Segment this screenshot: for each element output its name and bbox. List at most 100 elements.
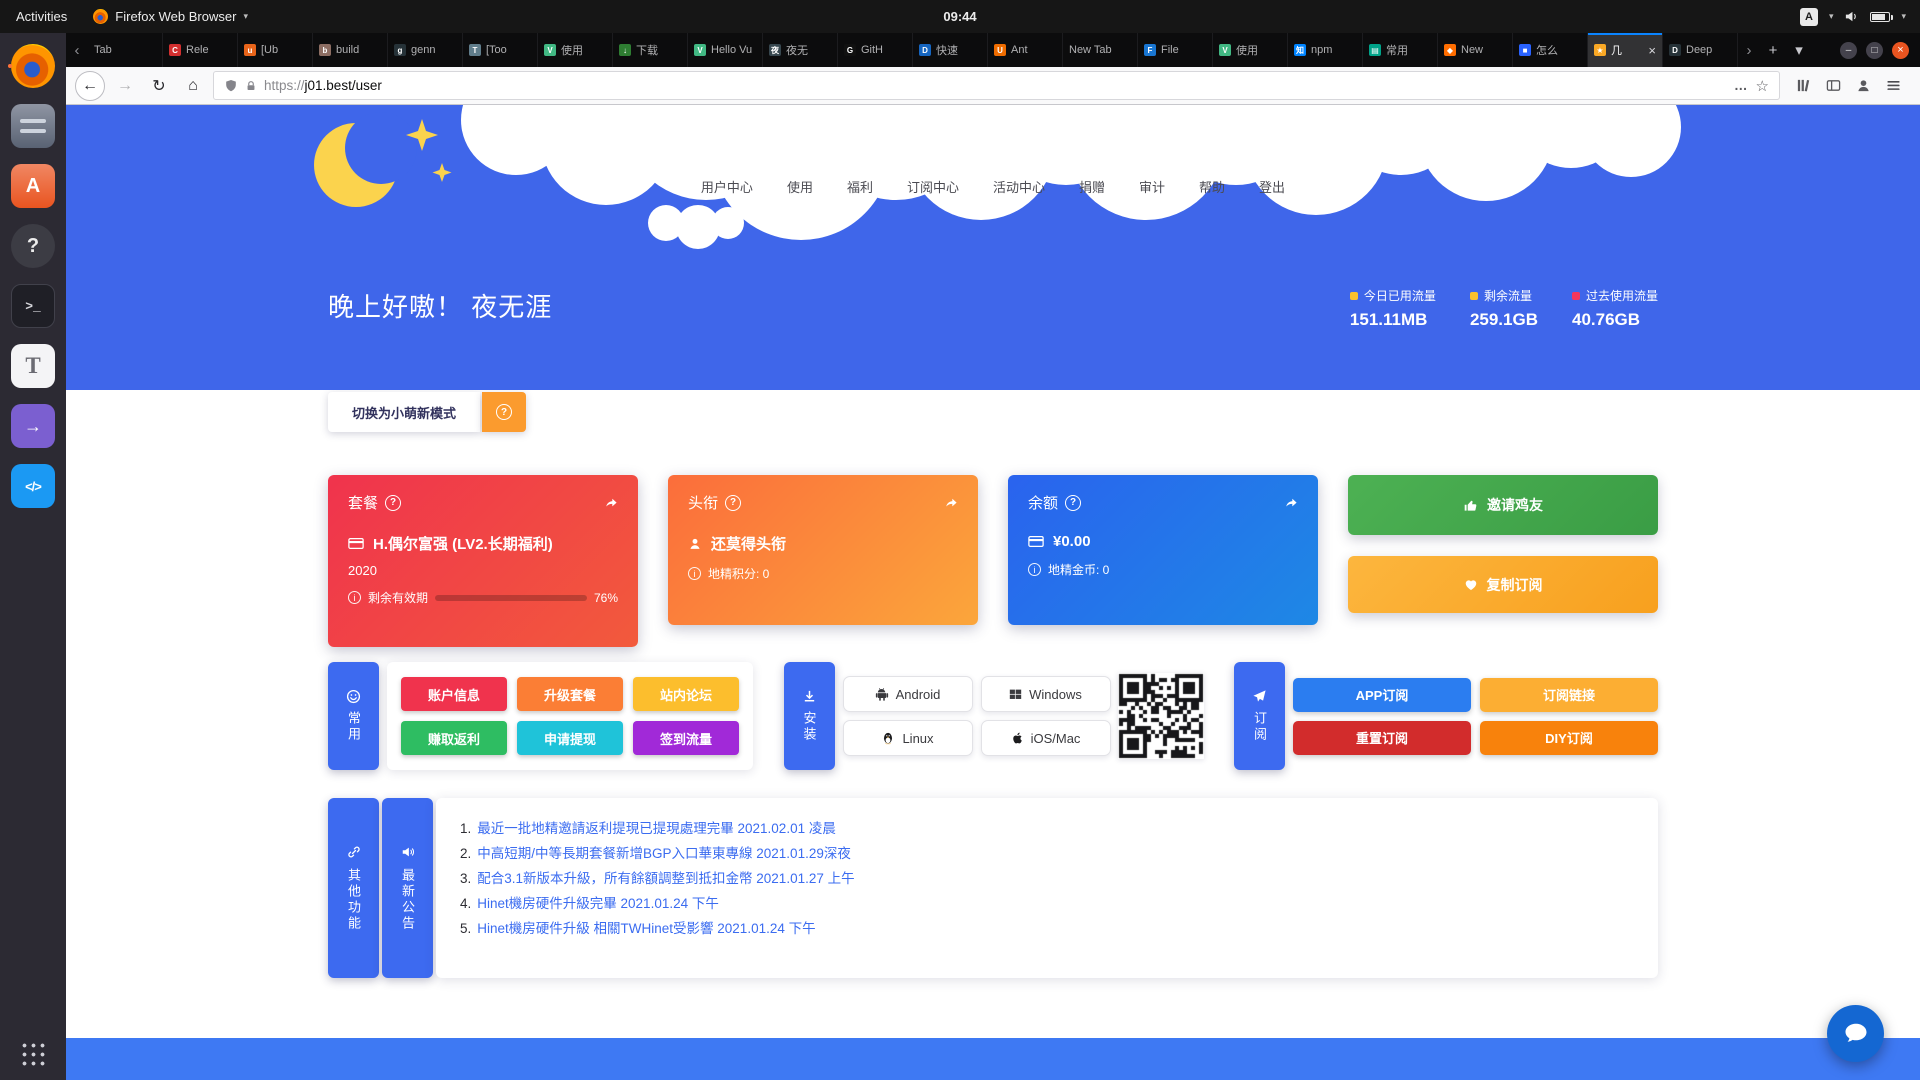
- browser-tab[interactable]: G GitH ×: [838, 33, 913, 67]
- nav-item[interactable]: 福利: [847, 177, 873, 196]
- tab-list-icon[interactable]: ▾: [1786, 33, 1812, 67]
- dock-item[interactable]: [7, 280, 59, 332]
- url-bar[interactable]: https://j01.best/user … ☆: [213, 71, 1780, 100]
- browser-tab[interactable]: C Rele ×: [163, 33, 238, 67]
- browser-tab[interactable]: New Tab ×: [1063, 33, 1138, 67]
- other-functions-tab[interactable]: 其他功能: [328, 798, 379, 978]
- browser-tab[interactable]: D 快速 ×: [913, 33, 988, 67]
- share-icon[interactable]: [944, 496, 958, 510]
- minimize-button[interactable]: –: [1840, 42, 1857, 59]
- question-icon[interactable]: ?: [1065, 495, 1081, 511]
- browser-tab[interactable]: u [Ub ×: [238, 33, 313, 67]
- tab-scroll-right-icon[interactable]: ›: [1738, 33, 1760, 67]
- dock-item[interactable]: [7, 340, 59, 392]
- common-action-button[interactable]: 申请提现: [517, 721, 623, 755]
- question-icon[interactable]: ?: [385, 495, 401, 511]
- browser-tab[interactable]: g genn ×: [388, 33, 463, 67]
- nav-item[interactable]: 捐赠: [1079, 177, 1105, 196]
- system-indicators[interactable]: A ▾ ▾: [1800, 8, 1920, 26]
- announcement-link[interactable]: 最近一批地精邀請返利提現已提現處理完畢 2021.02.01 凌晨: [477, 816, 836, 841]
- subscribe-action-button[interactable]: DIY订阅: [1480, 721, 1658, 755]
- nav-item[interactable]: 用户中心: [701, 177, 753, 196]
- subscribe-action-button[interactable]: APP订阅: [1293, 678, 1471, 712]
- menu-hamburger-icon[interactable]: [1886, 78, 1901, 93]
- platform-button[interactable]: Android: [843, 676, 973, 712]
- chat-fab-button[interactable]: [1827, 1005, 1884, 1062]
- forward-button[interactable]: →: [111, 72, 139, 100]
- announcement-link[interactable]: Hinet機房硬件升級完畢 2021.01.24 下午: [477, 891, 719, 916]
- browser-tab[interactable]: ◆ New ×: [1438, 33, 1513, 67]
- common-action-button[interactable]: 账户信息: [401, 677, 507, 711]
- browser-tab[interactable]: U Ant ×: [988, 33, 1063, 67]
- platform-button[interactable]: Windows: [981, 676, 1111, 712]
- copy-subscription-button[interactable]: 复制订阅: [1348, 556, 1658, 613]
- show-applications-button[interactable]: [20, 1041, 47, 1068]
- share-icon[interactable]: [1284, 496, 1298, 510]
- bookmark-star-icon[interactable]: ☆: [1756, 77, 1769, 95]
- browser-tab[interactable]: F File ×: [1138, 33, 1213, 67]
- shield-icon[interactable]: [224, 79, 238, 93]
- tab-scroll-left-icon[interactable]: ‹: [66, 33, 88, 67]
- dock-item[interactable]: [7, 100, 59, 152]
- battery-icon[interactable]: [1870, 12, 1890, 22]
- nav-item[interactable]: 活动中心: [993, 177, 1045, 196]
- browser-tab[interactable]: T [Too ×: [463, 33, 538, 67]
- browser-tab[interactable]: V 使用 ×: [538, 33, 613, 67]
- home-button[interactable]: ⌂: [179, 72, 207, 100]
- latest-news-tab[interactable]: 最新公告: [382, 798, 433, 978]
- dock-item[interactable]: [7, 160, 59, 212]
- subscribe-action-button[interactable]: 重置订阅: [1293, 721, 1471, 755]
- volume-icon[interactable]: [1844, 9, 1859, 24]
- announcement-link[interactable]: Hinet機房硬件升級 相關TWHinet受影響 2021.01.24 下午: [477, 916, 815, 941]
- library-icon[interactable]: [1796, 78, 1811, 93]
- dock-item[interactable]: [7, 400, 59, 452]
- common-action-button[interactable]: 签到流量: [633, 721, 739, 755]
- browser-tab[interactable]: b build ×: [313, 33, 388, 67]
- browser-tab[interactable]: 知 npm ×: [1288, 33, 1363, 67]
- subscribe-action-button[interactable]: 订阅链接: [1480, 678, 1658, 712]
- reload-button[interactable]: ↻: [145, 72, 173, 100]
- browser-tab[interactable]: V Hello Vu ×: [688, 33, 763, 67]
- account-icon[interactable]: [1856, 78, 1871, 93]
- dock-item[interactable]: [7, 460, 59, 512]
- nav-item[interactable]: 使用: [787, 177, 813, 196]
- app-menu[interactable]: Firefox Web Browser ▾: [83, 9, 258, 24]
- subscribe-tab[interactable]: 订阅: [1234, 662, 1285, 770]
- tab-close-icon[interactable]: ×: [1648, 43, 1656, 58]
- platform-button[interactable]: Linux: [843, 720, 973, 756]
- nav-item[interactable]: 审计: [1139, 177, 1165, 196]
- platform-button[interactable]: iOS/Mac: [981, 720, 1111, 756]
- mode-toggle-button[interactable]: 切换为小萌新模式: [328, 392, 480, 432]
- input-method-icon[interactable]: A: [1800, 8, 1818, 26]
- close-button[interactable]: ×: [1892, 42, 1909, 59]
- share-icon[interactable]: [604, 496, 618, 510]
- question-icon[interactable]: ?: [725, 495, 741, 511]
- mode-toggle-help-button[interactable]: ?: [482, 392, 526, 432]
- announcement-link[interactable]: 中高短期/中等長期套餐新增BGP入口華東專線 2021.01.29深夜: [477, 841, 851, 866]
- browser-tab[interactable]: V 使用 ×: [1213, 33, 1288, 67]
- common-action-button[interactable]: 赚取返利: [401, 721, 507, 755]
- browser-tab[interactable]: Tab ×: [88, 33, 163, 67]
- maximize-button[interactable]: □: [1866, 42, 1883, 59]
- clock[interactable]: 09:44: [943, 9, 976, 24]
- dock-item[interactable]: [7, 40, 59, 92]
- browser-tab[interactable]: 夜 夜无 ×: [763, 33, 838, 67]
- back-button[interactable]: ←: [75, 71, 105, 101]
- sidebar-icon[interactable]: [1826, 78, 1841, 93]
- dock-item[interactable]: [7, 220, 59, 272]
- invite-button[interactable]: 邀请鸡友: [1348, 475, 1658, 535]
- nav-item[interactable]: 帮助: [1199, 177, 1225, 196]
- browser-tab[interactable]: ▤ 常用 ×: [1363, 33, 1438, 67]
- new-tab-button[interactable]: +: [1760, 33, 1786, 67]
- activities-button[interactable]: Activities: [0, 0, 83, 33]
- browser-tab[interactable]: ↓ 下载 ×: [613, 33, 688, 67]
- common-tab[interactable]: 常用: [328, 662, 379, 770]
- page-actions-icon[interactable]: …: [1734, 78, 1749, 93]
- common-action-button[interactable]: 站内论坛: [633, 677, 739, 711]
- browser-tab[interactable]: D Deep ×: [1663, 33, 1738, 67]
- common-action-button[interactable]: 升级套餐: [517, 677, 623, 711]
- nav-item[interactable]: 登出: [1259, 177, 1285, 196]
- browser-tab[interactable]: ■ 怎么 ×: [1513, 33, 1588, 67]
- nav-item[interactable]: 订阅中心: [907, 177, 959, 196]
- browser-tab[interactable]: ★ 几 ×: [1588, 33, 1663, 67]
